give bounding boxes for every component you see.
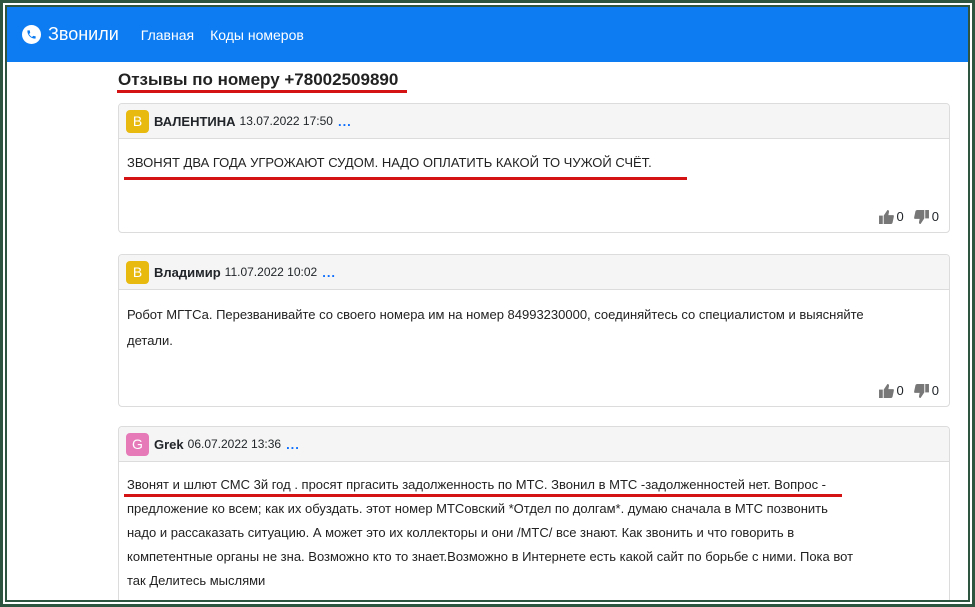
review-card: B Владимир 11.07.2022 10:02 ... Робот МГ… <box>118 254 950 407</box>
review-text: ЗВОНЯТ ДВА ГОДА УГРОЖАЮТ СУДОМ. НАДО ОПЛ… <box>127 155 652 170</box>
avatar: B <box>126 260 149 284</box>
avatar: B <box>126 109 149 133</box>
text-annotation-underline <box>124 177 687 180</box>
thumbs-down-icon <box>913 383 929 398</box>
review-author: Владимир <box>154 264 221 280</box>
like-button[interactable]: 0 <box>878 383 904 398</box>
review-votes: 0 0 <box>878 383 949 398</box>
review-author: Grek <box>154 436 184 452</box>
nav-link-area-codes[interactable]: Коды номеров <box>210 27 304 43</box>
avatar: G <box>126 432 149 456</box>
brand-name: Звонили <box>48 24 119 44</box>
review-text-line: предложение ко всем; как их обуздать. эт… <box>127 501 828 516</box>
review-text-line: так Делитесь мыслями <box>127 573 266 588</box>
dislike-button[interactable]: 0 <box>913 383 939 398</box>
review-header: B ВАЛЕНТИНА 13.07.2022 17:50 ... <box>119 104 949 139</box>
text-annotation-underline <box>124 494 842 497</box>
dislike-count: 0 <box>931 383 939 398</box>
like-count: 0 <box>896 209 904 224</box>
review-date: 06.07.2022 13:36 <box>187 437 282 451</box>
like-button[interactable]: 0 <box>878 209 904 224</box>
page-title: Отзывы по номеру +78002509890 <box>118 70 399 89</box>
main-content: Отзывы по номеру +78002509890 B ВАЛЕНТИН… <box>7 62 968 602</box>
review-body: Робот МГТСа. Перезванивайте со своего но… <box>119 290 949 354</box>
review-votes: 0 0 <box>878 209 949 224</box>
review-header: B Владимир 11.07.2022 10:02 ... <box>119 255 949 290</box>
nav-link-home[interactable]: Главная <box>141 27 194 43</box>
review-text-line: компетентные органы не зна. Возможно кто… <box>127 549 854 564</box>
review-more-link[interactable]: ... <box>286 437 300 452</box>
thumbs-up-icon <box>878 383 894 398</box>
review-text-line: детали. <box>127 333 173 348</box>
review-date: 11.07.2022 10:02 <box>224 265 318 279</box>
review-body: Звонят и шлют СМС 3й год . просят пргаси… <box>119 462 949 593</box>
thumbs-up-icon <box>878 209 894 224</box>
review-text-line: Робот МГТСа. Перезванивайте со своего но… <box>127 307 864 322</box>
review-card: B ВАЛЕНТИНА 13.07.2022 17:50 ... ЗВОНЯТ … <box>118 103 950 233</box>
like-count: 0 <box>896 383 904 398</box>
review-body: ЗВОНЯТ ДВА ГОДА УГРОЖАЮТ СУДОМ. НАДО ОПЛ… <box>119 139 949 175</box>
dislike-button[interactable]: 0 <box>913 209 939 224</box>
title-annotation-underline <box>117 90 407 93</box>
thumbs-down-icon <box>913 209 929 224</box>
review-more-link[interactable]: ... <box>338 114 352 129</box>
navbar: Звонили Главная Коды номеров <box>7 7 968 62</box>
review-card: G Grek 06.07.2022 13:36 ... Звонят и шлю… <box>118 426 950 602</box>
dislike-count: 0 <box>931 209 939 224</box>
review-author: ВАЛЕНТИНА <box>154 113 236 129</box>
brand-link[interactable]: Звонили <box>22 24 119 45</box>
review-more-link[interactable]: ... <box>322 265 336 280</box>
review-header: G Grek 06.07.2022 13:36 ... <box>119 427 949 462</box>
review-date: 13.07.2022 17:50 <box>239 114 333 128</box>
review-text-line: надо и рассаказать ситуацию. А может это… <box>127 525 795 540</box>
phone-icon <box>22 25 41 44</box>
